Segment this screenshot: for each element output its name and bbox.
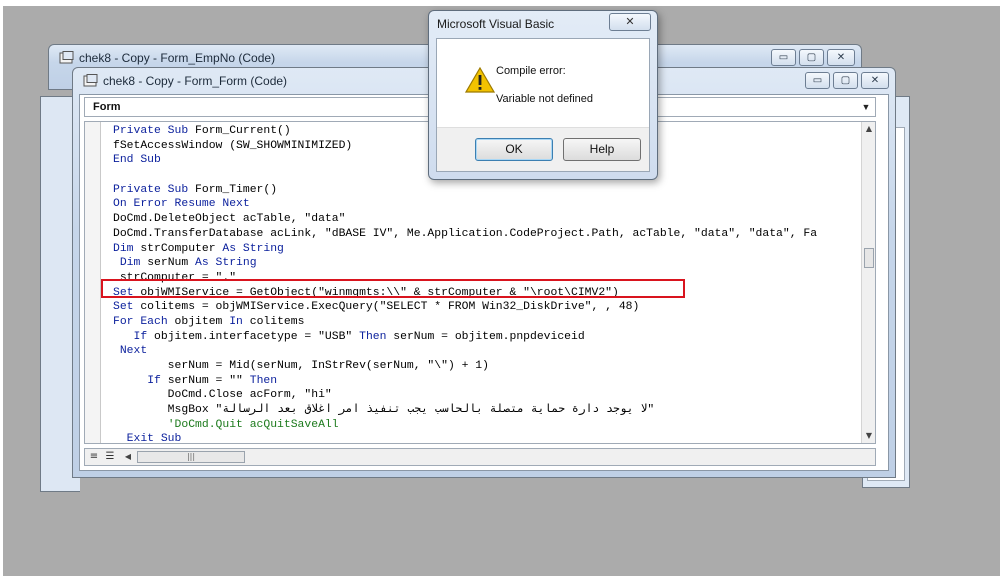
code-token: Form_Current() xyxy=(195,125,291,137)
code-line[interactable]: If serNum = "" Then xyxy=(113,374,861,389)
code-keyword: As String xyxy=(195,257,257,270)
vertical-scrollbar[interactable]: ▲ ▼ xyxy=(861,122,875,443)
code-keyword: On Error Resume Next xyxy=(113,198,250,211)
code-token: serNum = "" xyxy=(167,374,250,387)
code-token: Form_Timer() xyxy=(195,183,278,196)
code-keyword: Set xyxy=(113,301,141,314)
dialog-message-detail: Variable not defined xyxy=(496,93,594,105)
code-line[interactable]: Dim serNum As String xyxy=(113,256,861,271)
code-token: colitems xyxy=(249,315,305,328)
code-token: serNum = Mid(serNum, InStrRev(serNum, "\… xyxy=(113,360,489,372)
code-line[interactable]: DoCmd.TransferDatabase acLink, "dBASE IV… xyxy=(113,227,861,242)
code-token: DoCmd.DeleteObject acTable, "data" xyxy=(113,213,346,226)
code-keyword: Exit Sub xyxy=(126,433,182,444)
desktop-top-strip xyxy=(0,0,1000,6)
warning-icon xyxy=(465,67,495,93)
code-keyword: Next xyxy=(119,345,148,358)
minimize-button[interactable]: ▭ xyxy=(805,72,830,89)
code-line[interactable]: On Error Resume Next xyxy=(113,197,861,212)
scroll-up-icon[interactable]: ▲ xyxy=(862,122,875,136)
code-line[interactable]: DoCmd.Close acForm, "hi" xyxy=(113,388,861,403)
code-keyword: Then xyxy=(359,330,394,343)
code-window-icon xyxy=(83,74,98,87)
horizontal-scrollbar[interactable]: ≡ ☰ ◀ ||| xyxy=(84,448,876,466)
error-highlight-box xyxy=(101,279,685,298)
maximize-icon: ▢ xyxy=(806,52,817,63)
code-keyword: In xyxy=(229,315,250,328)
close-icon: ✕ xyxy=(625,15,635,28)
dialog-close-button[interactable]: ✕ xyxy=(609,13,651,31)
code-line[interactable]: serNum = Mid(serNum, InStrRev(serNum, "\… xyxy=(113,359,861,374)
code-line[interactable]: DoCmd.DeleteObject acTable, "data" xyxy=(113,212,861,227)
dialog-body: Compile error: Variable not defined OK H… xyxy=(436,38,650,172)
code-line[interactable]: For Each objitem In colitems xyxy=(113,315,861,330)
code-line[interactable]: Set colitems = objWMIService.ExecQuery("… xyxy=(113,300,861,315)
maximize-icon: ▢ xyxy=(840,75,851,86)
close-button[interactable]: ✕ xyxy=(861,72,889,89)
code-token: strComputer xyxy=(140,242,223,255)
close-button[interactable]: ✕ xyxy=(827,49,855,66)
code-keyword: As String xyxy=(222,242,284,255)
code-token: colitems = objWMIService.ExecQuery("SELE… xyxy=(140,301,640,314)
scroll-down-icon[interactable]: ▼ xyxy=(862,429,875,443)
dialog-message-heading: Compile error: xyxy=(496,65,566,77)
code-line[interactable]: MsgBox "لا يوجد دارة حماية متصلة بالحاسب… xyxy=(113,403,861,418)
code-keyword: Dim xyxy=(113,242,141,255)
scroll-left-icon[interactable]: ◀ xyxy=(121,450,135,464)
code-line[interactable]: Exit Sub xyxy=(113,432,861,444)
minimize-icon: ▭ xyxy=(812,75,823,86)
maximize-button[interactable]: ▢ xyxy=(833,72,858,89)
code-token: DoCmd.Close acForm, "hi" xyxy=(113,389,332,402)
code-keyword: Then xyxy=(249,374,278,387)
workspace-edge xyxy=(0,0,3,576)
minimize-icon: ▭ xyxy=(778,52,789,63)
code-keyword: If xyxy=(133,330,155,343)
scroll-thumb[interactable] xyxy=(864,248,874,268)
code-window-icon xyxy=(59,51,74,64)
close-icon: ✕ xyxy=(836,52,846,63)
compile-error-dialog[interactable]: Microsoft Visual Basic ✕ Compile error: … xyxy=(428,10,658,180)
full-module-view-icon[interactable]: ☰ xyxy=(103,451,117,463)
code-token: objitem xyxy=(174,315,230,328)
code-token: serNum = objitem.pnpdeviceid xyxy=(393,330,585,343)
code-keyword: Dim xyxy=(113,257,148,270)
code-keyword: For Each xyxy=(113,315,175,328)
code-line[interactable]: Private Sub Form_Timer() xyxy=(113,183,861,198)
code-line[interactable]: If objitem.interfacetype = "USB" Then se… xyxy=(113,330,861,345)
code-keyword: Private Sub xyxy=(113,125,196,137)
code-line[interactable]: Dim strComputer As String xyxy=(113,242,861,257)
code-token: serNum xyxy=(147,257,196,270)
code-token: fSetAccessWindow (SW_SHOWMINIMIZED) xyxy=(113,139,353,152)
help-button[interactable]: Help xyxy=(563,138,641,161)
dialog-button-bar: OK Help xyxy=(437,127,649,171)
code-comment: 'DoCmd.Quit acQuitSaveAll xyxy=(167,418,339,431)
minimize-button[interactable]: ▭ xyxy=(771,49,796,66)
scroll-thumb[interactable]: ||| xyxy=(137,451,245,463)
window-title: chek8 - Copy - Form_Form (Code) xyxy=(103,74,288,88)
code-token: DoCmd.TransferDatabase acLink, "dBASE IV… xyxy=(113,227,818,240)
object-combo-value: Form xyxy=(93,101,121,113)
dialog-title: Microsoft Visual Basic xyxy=(437,17,555,31)
code-keyword: Private Sub xyxy=(113,183,196,196)
code-line[interactable]: 'DoCmd.Quit acQuitSaveAll xyxy=(113,418,861,433)
code-keyword: End Sub xyxy=(113,154,161,167)
code-line[interactable]: Next xyxy=(113,344,861,359)
code-keyword: If xyxy=(147,374,168,387)
procedure-view-icon[interactable]: ≡ xyxy=(87,451,101,463)
code-token: objitem.interfacetype = "USB" xyxy=(154,330,360,343)
maximize-button[interactable]: ▢ xyxy=(799,49,824,66)
code-token: MsgBox "لا يوجد دارة حماية متصلة بالحاسب… xyxy=(113,404,655,417)
margin-indicator-bar[interactable] xyxy=(85,122,101,443)
chevron-down-icon[interactable]: ▼ xyxy=(859,99,873,115)
window-title: chek8 - Copy - Form_EmpNo (Code) xyxy=(79,51,276,65)
ok-button[interactable]: OK xyxy=(475,138,553,161)
close-icon: ✕ xyxy=(870,75,880,86)
